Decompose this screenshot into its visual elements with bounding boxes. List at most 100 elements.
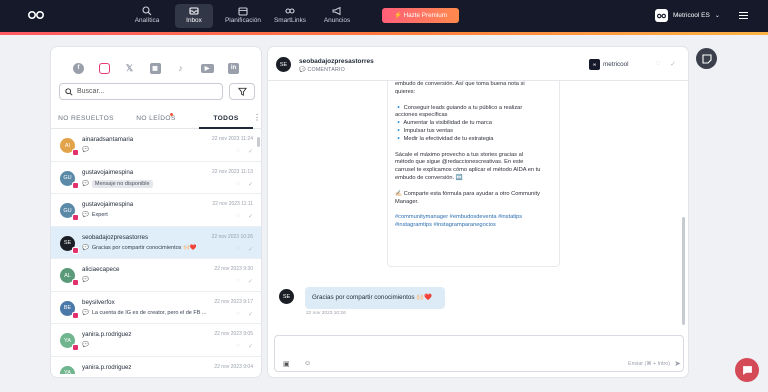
resolve-check-icon[interactable]: ✓ — [248, 246, 253, 253]
conversation-list-item[interactable]: AL aliciaecapece 22 nov 2023 9:30 💬 ◌ ✓ — [51, 259, 261, 292]
instagram-badge-icon — [72, 311, 79, 319]
conversation-username: yanira.p.rodriguez — [82, 331, 132, 338]
resolve-check-icon[interactable]: ✓ — [670, 60, 676, 68]
conversation-date: 22 nov 2023 9:17 — [214, 298, 253, 305]
conversation-list-item[interactable]: GU gustavojaimespina 22 nov 2023 11:13 💬 Men… — [51, 162, 261, 194]
post-hashtags: #instagramtips #instagramparanegocios — [395, 222, 496, 229]
support-chat-button[interactable] — [735, 358, 759, 382]
premium-label: Hazte Premium — [403, 12, 447, 19]
post-caption-line: embudo de conversión. Así que toma buena… — [395, 81, 525, 87]
hide-icon[interactable]: ◌ — [236, 246, 240, 253]
notes-toggle-button[interactable] — [696, 48, 717, 69]
instagram-badge-icon — [72, 279, 79, 286]
avatar: BE — [60, 300, 79, 319]
hide-icon[interactable]: ◌ — [236, 343, 240, 350]
conversation-date: 22 nov 2023 9:04 — [214, 363, 253, 370]
resolve-check-icon[interactable]: ✓ — [248, 181, 253, 188]
comment-icon: 💬 — [82, 244, 89, 251]
post-caption: embudo de conversión. Así que toma buena… — [387, 81, 560, 267]
tiktok-icon[interactable]: ♪ — [175, 63, 186, 74]
avatar-initials: SE — [282, 293, 291, 300]
conversation-username: yanira.p.rodriguez — [82, 363, 132, 371]
hide-icon[interactable]: ◌ — [236, 148, 240, 155]
nav-anuncios[interactable]: Anuncios — [318, 4, 356, 28]
hide-icon[interactable]: ◌ — [236, 311, 240, 318]
resolve-check-icon[interactable]: ✓ — [248, 148, 253, 155]
more-options-icon[interactable]: ⋮ — [253, 113, 261, 122]
filter-button[interactable] — [229, 83, 255, 100]
link-icon — [285, 8, 295, 14]
nav-label: Anuncios — [323, 17, 351, 24]
search-placeholder: Buscar... — [77, 88, 105, 95]
avatar: YA — [60, 365, 75, 374]
nav-planificacion[interactable]: Planificación — [222, 4, 264, 28]
note-icon — [701, 53, 712, 64]
hide-icon[interactable]: ◌ — [236, 181, 240, 188]
hide-icon[interactable]: ◌ — [236, 278, 240, 285]
post-caption-line: método que sigue @redaccionescreativas. … — [395, 159, 524, 166]
avatar: AL — [60, 268, 79, 286]
resolve-check-icon[interactable]: ✓ — [248, 311, 253, 318]
youtube-icon[interactable]: ▶ — [200, 63, 214, 73]
account-switcher[interactable]: Metricool ES ⌄ — [655, 9, 720, 22]
message-timestamp: 22 nov 2023 10:26 — [306, 311, 346, 316]
nav-label: Inbox — [186, 17, 202, 24]
post-caption-line — [395, 183, 552, 191]
search-input[interactable]: Buscar... — [59, 83, 223, 100]
conversation-list-item[interactable]: SE seobadajozpresastorres 22 nov 2023 10:2… — [51, 226, 261, 259]
message-preview: La cuenta de IG es de creator, pero el d… — [91, 309, 207, 316]
nav-inbox[interactable]: Inbox — [175, 4, 213, 28]
account-name: Metricool ES — [673, 12, 710, 19]
hide-icon[interactable]: ◌ — [656, 60, 660, 68]
tab-todos[interactable]: TODOS — [191, 115, 261, 129]
linkedin-icon[interactable]: in — [228, 62, 239, 74]
reply-composer[interactable]: ▣ ☺ Enviar (⌘ + Intro) ➤ — [274, 335, 684, 372]
x-twitter-icon[interactable]: 𝕏 — [124, 63, 135, 74]
conversation-username[interactable]: seobadajozpresastorres — [299, 58, 374, 65]
account-badge: ∞ metricool — [589, 59, 629, 70]
google-business-icon[interactable]: ▦ — [149, 62, 161, 74]
filter-icon — [237, 87, 247, 96]
nav-label: Planificación — [225, 17, 261, 24]
hide-icon[interactable]: ◌ — [236, 213, 240, 220]
conversation-type-label: COMENTARIO — [307, 67, 345, 73]
conversation-list-item[interactable]: AI ainaradsantamaria 22 nov 2023 11:24 💬 ◌ ✓ — [51, 129, 261, 162]
premium-button[interactable]: ⚡ Hazte Premium — [382, 8, 459, 23]
avatar-initials: BE — [63, 305, 72, 311]
resolve-check-icon[interactable]: ✓ — [248, 343, 253, 350]
post-caption-line — [395, 144, 552, 152]
calendar-icon — [238, 7, 248, 16]
conversation-list-item[interactable]: BE beysilverfox 22 nov 2023 9:17 💬 La cuenta… — [51, 292, 261, 324]
avatar: SE — [276, 57, 291, 72]
conversation-list-item[interactable]: GU gustavojaimespina 22 nov 2023 11:11 💬 Exp… — [51, 194, 261, 227]
instagram-icon[interactable] — [98, 62, 110, 74]
post-caption-line — [395, 207, 552, 215]
nav-analitica[interactable]: Analítica — [128, 4, 166, 28]
resolve-check-icon[interactable]: ✓ — [248, 278, 253, 285]
image-attach-icon[interactable]: ▣ — [283, 360, 290, 368]
conversation-panel: SE seobadajozpresastorres 💬 COMENTARIO ∞… — [268, 47, 688, 377]
hamburger-menu-icon[interactable] — [739, 11, 748, 20]
tab-no-resueltos[interactable]: NO RESUELTOS — [51, 115, 121, 128]
metricool-logo-icon[interactable] — [28, 10, 44, 20]
post-hashtags: #communitymanager #embudosdeventa #insta… — [395, 214, 523, 221]
inbox-tabs: NO RESUELTOS NO LEÍDOS TODOS ⋮ — [51, 107, 261, 129]
tab-label: NO LEÍDOS — [136, 115, 176, 122]
resolve-check-icon[interactable]: ✓ — [248, 213, 253, 220]
post-caption-line: carrusel te explicamos cómo aplicar el m… — [395, 167, 541, 174]
facebook-icon[interactable]: f — [73, 62, 84, 74]
send-icon[interactable]: ➤ — [674, 359, 681, 368]
nav-smartlinks[interactable]: SmartLinks — [271, 4, 309, 28]
network-filter-bar: f 𝕏 ▦ ♪ ▶ in — [51, 47, 261, 77]
emoji-icon[interactable]: ☺ — [304, 360, 311, 367]
post-caption-line: 🔹 Impulsar tus ventas — [395, 128, 453, 135]
conversation-username: gustavojaimespina — [82, 168, 134, 176]
conversation-date: 22 nov 2023 11:13 — [211, 168, 253, 175]
account-label: metricool — [603, 61, 629, 68]
conversation-list-item[interactable]: YA yanira.p.rodriguez 22 nov 2023 9:05 💬 ◌ ✓ — [51, 324, 261, 357]
tab-no-leidos[interactable]: NO LEÍDOS — [121, 113, 191, 128]
conversation-list-item[interactable]: YAyanira.p.rodriguez22 nov 2023 9:04💬😄◌✓ — [51, 357, 261, 374]
conversation-scrollbar[interactable] — [682, 217, 685, 325]
metricool-logo-icon: ∞ — [589, 59, 600, 70]
chevron-down-icon: ⌄ — [714, 13, 720, 19]
